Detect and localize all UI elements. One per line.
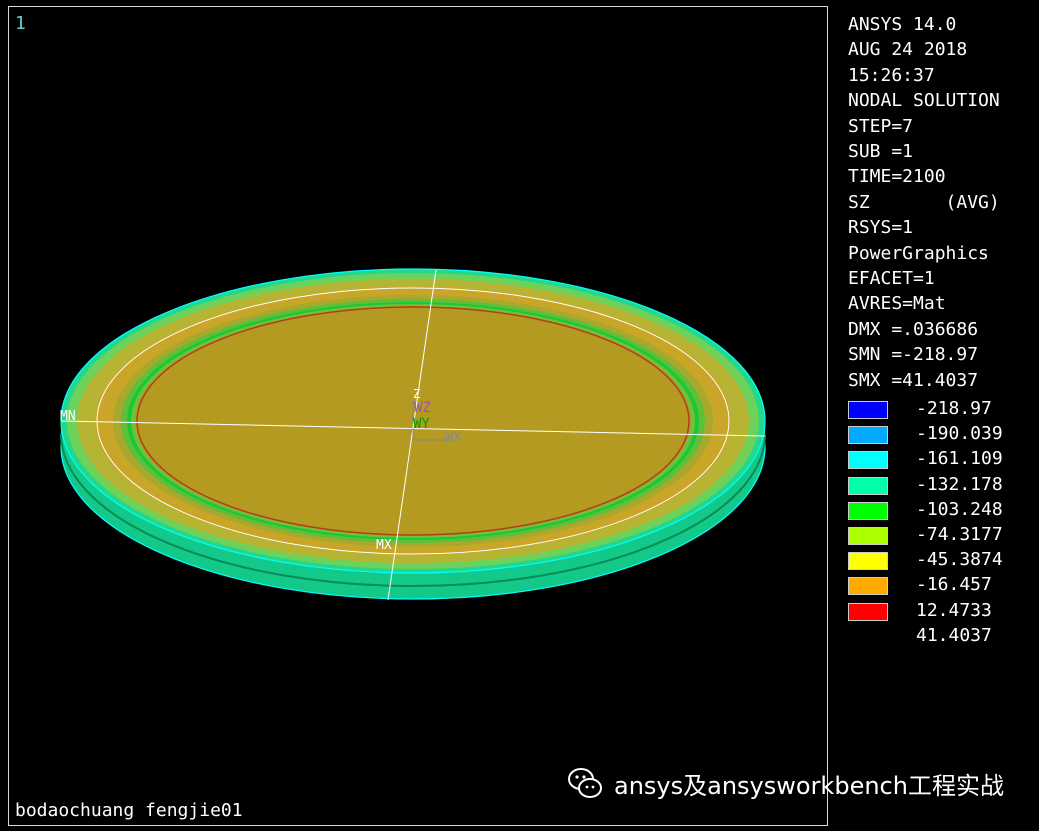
- min-marker: MN: [60, 409, 76, 424]
- plot-info-panel: ANSYS 14.0 AUG 24 2018 15:26:37 NODAL SO…: [848, 12, 1038, 393]
- legend-value: -132.178: [916, 473, 1003, 495]
- legend-value: 41.4037: [916, 624, 992, 646]
- legend-swatch: [848, 451, 888, 470]
- info-substep: SUB =1: [848, 141, 914, 163]
- info-avres: AVRES=Mat: [848, 293, 946, 315]
- legend-value: -190.039: [916, 423, 1003, 445]
- legend-value: -45.3874: [916, 549, 1003, 571]
- triad-wz-label: WZ: [414, 400, 431, 416]
- info-solution-time: TIME=2100: [848, 166, 946, 188]
- triad-wy-label: WY: [413, 416, 430, 432]
- legend-swatch: [848, 426, 888, 445]
- legend-swatch: [848, 577, 888, 596]
- info-time: 15:26:37: [848, 64, 935, 86]
- info-product: ANSYS 14.0: [848, 14, 957, 35]
- legend-swatch: [848, 401, 888, 419]
- legend-swatch: [848, 501, 888, 520]
- watermark: ansys及ansysworkbench工程实战: [566, 764, 1004, 802]
- legend-value: -16.457: [916, 574, 992, 596]
- info-smx: SMX =41.4037: [848, 369, 979, 391]
- legend-swatch: [848, 552, 888, 571]
- info-date: AUG 24 2018: [848, 39, 968, 61]
- legend-value: -218.97: [916, 398, 992, 419]
- wechat-icon: [568, 768, 602, 798]
- legend-value: -161.109: [916, 448, 1003, 470]
- info-smn: SMN =-218.97: [848, 344, 979, 366]
- legend-value: -74.3177: [916, 523, 1003, 545]
- triad-z-label: Z: [413, 387, 420, 401]
- legend-swatch: [848, 602, 888, 621]
- watermark-text: ansys及ansysworkbench工程实战: [614, 771, 1004, 800]
- legend-swatch: [848, 526, 888, 545]
- info-result-type: NODAL SOLUTION: [848, 90, 1000, 112]
- info-efacet: EFACET=1: [848, 268, 935, 290]
- info-rsys: RSYS=1: [848, 217, 914, 239]
- info-item: SZ (AVG): [848, 191, 1000, 213]
- info-dmx: DMX =.036686: [848, 318, 979, 340]
- triad-wx-label: WX: [445, 430, 462, 446]
- info-step: STEP=7: [848, 115, 914, 137]
- legend-value: -103.248: [916, 498, 1003, 520]
- legend-swatch: [848, 476, 888, 495]
- legend-value: 12.4733: [916, 599, 992, 621]
- max-marker: MX: [376, 538, 392, 553]
- info-graphics-mode: PowerGraphics: [848, 242, 989, 264]
